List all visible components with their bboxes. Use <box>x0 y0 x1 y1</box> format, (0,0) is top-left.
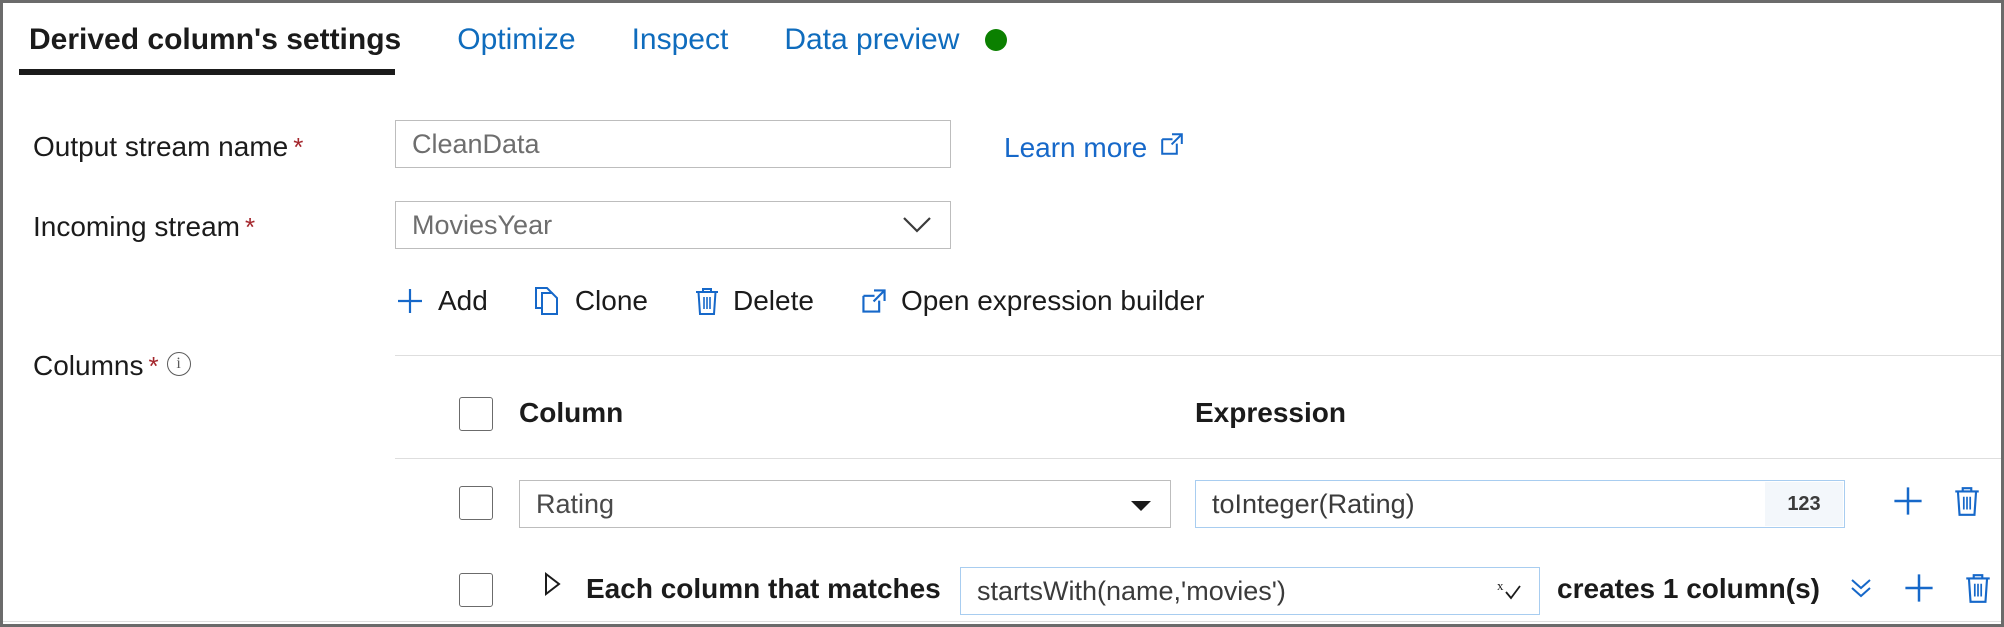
column-dropdown-rating-value: Rating <box>536 489 614 520</box>
clone-button[interactable]: Clone <box>534 285 648 317</box>
active-tab-underline <box>19 69 395 75</box>
dropdown-arrow-icon <box>1130 491 1152 517</box>
expression-type-badge-number: 123 <box>1765 482 1843 526</box>
columns-label-text: Columns <box>33 350 143 381</box>
column-dropdown-rating[interactable]: Rating <box>519 480 1171 528</box>
column-header-column: Column <box>519 397 623 429</box>
tab-data-preview[interactable]: Data preview <box>776 25 967 55</box>
trash-icon <box>694 286 720 316</box>
delete-button[interactable]: Delete <box>694 285 814 317</box>
open-expression-builder-label: Open expression builder <box>901 285 1205 317</box>
output-stream-required-asterisk: * <box>293 132 303 162</box>
expression-value-rating: toInteger(Rating) <box>1212 489 1415 520</box>
add-row-icon[interactable] <box>1891 484 1925 518</box>
external-link-icon <box>1159 131 1185 164</box>
clone-icon <box>534 286 562 316</box>
tab-bar: Derived column's settings Optimize Inspe… <box>3 3 2001 77</box>
pattern-expression-value: startsWith(name,'movies') <box>977 576 1286 607</box>
column-header-expression: Expression <box>1195 397 1346 429</box>
derived-column-settings-panel: Derived column's settings Optimize Inspe… <box>0 0 2004 627</box>
output-stream-name-label: Output stream name* <box>33 131 303 163</box>
incoming-stream-dropdown[interactable]: MoviesYear <box>395 201 951 249</box>
expression-input-rating[interactable]: toInteger(Rating) 123 <box>1195 480 1845 528</box>
columns-label: Columns* i <box>33 350 191 382</box>
expression-check-icon: x <box>1495 577 1523 605</box>
add-pattern-row-icon[interactable] <box>1902 571 1936 605</box>
incoming-stream-label-text: Incoming stream <box>33 211 240 242</box>
add-button[interactable]: Add <box>395 285 488 317</box>
table-top-divider <box>395 355 2001 356</box>
columns-command-bar: Add Clone Delete <box>395 285 1204 317</box>
info-icon[interactable]: i <box>167 352 191 376</box>
chevron-double-down-icon[interactable] <box>1848 575 1874 601</box>
plus-icon <box>395 286 425 316</box>
expand-pattern-icon[interactable] <box>543 571 563 604</box>
chevron-down-icon <box>902 212 932 238</box>
tab-inspect[interactable]: Inspect <box>624 25 737 55</box>
tab-optimize[interactable]: Optimize <box>449 25 583 55</box>
row-actions-rating <box>1891 484 1981 518</box>
add-button-label: Add <box>438 285 488 317</box>
incoming-stream-value: MoviesYear <box>412 210 552 241</box>
pattern-expression-input[interactable]: startsWith(name,'movies') x <box>960 567 1540 615</box>
table-bottom-divider <box>3 621 2001 622</box>
delete-row-icon[interactable] <box>1953 485 1981 517</box>
expression-builder-icon <box>860 287 888 315</box>
incoming-stream-required-asterisk: * <box>245 212 255 242</box>
delete-pattern-row-icon[interactable] <box>1964 572 1992 604</box>
pattern-prefix-label: Each column that matches <box>586 573 941 605</box>
delete-button-label: Delete <box>733 285 814 317</box>
output-stream-name-value: CleanData <box>412 129 540 160</box>
data-preview-status-dot <box>985 29 1007 51</box>
incoming-stream-label: Incoming stream* <box>33 211 255 243</box>
svg-text:x: x <box>1497 578 1504 593</box>
clone-button-label: Clone <box>575 285 648 317</box>
learn-more-label: Learn more <box>1004 132 1147 164</box>
pattern-suffix-label: creates 1 column(s) <box>1557 573 1820 605</box>
output-stream-name-label-text: Output stream name <box>33 131 288 162</box>
output-stream-name-input[interactable]: CleanData <box>395 120 951 168</box>
columns-required-asterisk: * <box>148 351 158 381</box>
table-header-divider <box>395 458 2001 459</box>
open-expression-builder-button[interactable]: Open expression builder <box>860 285 1205 317</box>
select-all-checkbox[interactable] <box>459 397 493 431</box>
row-checkbox-rating[interactable] <box>459 486 493 520</box>
tab-derived-column-settings[interactable]: Derived column's settings <box>21 25 409 55</box>
row-checkbox-pattern[interactable] <box>459 573 493 607</box>
learn-more-link[interactable]: Learn more <box>1004 131 1185 164</box>
row-actions-pattern <box>1848 571 1992 605</box>
